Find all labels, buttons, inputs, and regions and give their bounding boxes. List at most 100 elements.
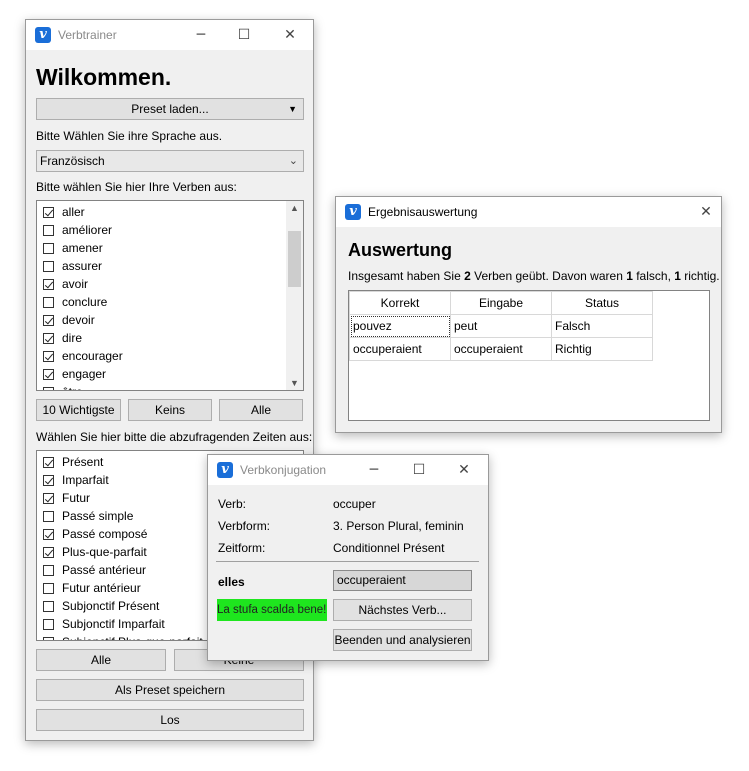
language-prompt: Bitte Wählen Sie ihre Sprache aus. [36, 129, 223, 143]
verb-list[interactable]: aller améliorer amener assurer avoir conclure… [36, 200, 304, 391]
list-item[interactable]: devoir [43, 311, 95, 329]
list-item[interactable]: Passé composé [43, 525, 147, 543]
list-item[interactable]: Présent [43, 453, 103, 471]
language-select-value: Französisch [40, 154, 105, 168]
answer-field[interactable]: occuperaient [333, 570, 472, 591]
checkbox[interactable] [43, 296, 54, 308]
next-verb-button[interactable]: Nächstes Verb... [333, 599, 472, 621]
checkbox[interactable] [43, 242, 54, 254]
list-item[interactable]: Subjonctif Présent [43, 597, 159, 615]
checkbox[interactable] [43, 528, 54, 540]
language-select[interactable]: Französisch ⌄ [36, 150, 304, 172]
close-icon[interactable]: ✕ [691, 201, 721, 223]
checkbox[interactable] [43, 510, 54, 522]
checkbox[interactable] [43, 582, 54, 594]
select-all-tenses-button[interactable]: Alle [36, 649, 166, 671]
list-item[interactable]: Imparfait [43, 471, 109, 489]
checkbox[interactable] [43, 600, 54, 612]
table-row[interactable]: occuperaient occuperaient Richtig [349, 337, 653, 361]
maximize-icon[interactable]: ☐ [404, 459, 434, 481]
list-item-label: Futur [62, 491, 91, 505]
start-button[interactable]: Los [36, 709, 304, 731]
save-preset-button[interactable]: Als Preset speichern [36, 679, 304, 701]
verb-label: Verb: [218, 497, 247, 511]
table-cell[interactable]: occuperaient [450, 337, 552, 361]
list-item[interactable]: assurer [43, 257, 102, 275]
list-item[interactable]: Plus-que-parfait [43, 543, 147, 561]
list-item[interactable]: dire [43, 329, 82, 347]
checkbox[interactable] [43, 618, 54, 630]
finish-analyze-button[interactable]: Beenden und analysieren [333, 629, 472, 651]
checkbox[interactable] [43, 456, 54, 468]
list-item[interactable]: Subjonctif Imparfait [43, 615, 165, 633]
checkbox[interactable] [43, 224, 54, 236]
list-item[interactable]: Passé simple [43, 507, 133, 525]
column-header-korrekt[interactable]: Korrekt [349, 291, 451, 315]
list-item[interactable]: avoir [43, 275, 88, 293]
dropdown-arrow-icon: ▼ [288, 104, 297, 114]
checkbox[interactable] [43, 350, 54, 362]
tenses-prompt: Wählen Sie hier bitte die abzufragenden … [36, 430, 313, 444]
summary-mid: Verben geübt. Davon waren [470, 269, 627, 283]
list-item[interactable]: être [43, 383, 83, 390]
checkbox[interactable] [43, 278, 54, 290]
title-bar[interactable]: v Verbtrainer ─ ☐ ✕ [26, 20, 313, 50]
conjugation-title-bar[interactable]: v Verbkonjugation ─ ☐ ✕ [208, 455, 488, 485]
table-row[interactable]: pouvez peut Falsch [349, 314, 653, 338]
top10-button[interactable]: 10 Wichtigste [36, 399, 121, 421]
list-item-label: Passé composé [62, 527, 148, 541]
close-icon[interactable]: ✕ [449, 459, 479, 481]
checkbox[interactable] [43, 474, 54, 486]
table-cell[interactable]: pouvez [349, 314, 451, 338]
checkbox[interactable] [43, 546, 54, 558]
close-icon[interactable]: ✕ [275, 24, 305, 46]
checkbox[interactable] [43, 206, 54, 218]
app-icon: v [217, 462, 233, 478]
table-cell[interactable]: Richtig [551, 337, 653, 361]
tense-label: Zeitform: [218, 541, 266, 555]
list-item[interactable]: encourager [43, 347, 123, 365]
checkbox[interactable] [43, 332, 54, 344]
maximize-icon[interactable]: ☐ [229, 24, 259, 46]
verb-value: occuper [333, 497, 376, 511]
list-item-label: être [62, 385, 83, 390]
checkbox[interactable] [43, 368, 54, 380]
preset-load-button[interactable]: Preset laden... ▼ [36, 98, 304, 120]
list-item[interactable]: améliorer [43, 221, 112, 239]
summary-wrong: 1 [626, 269, 633, 283]
checkbox[interactable] [43, 636, 54, 640]
list-item[interactable]: aller [43, 203, 85, 221]
column-header-eingabe[interactable]: Eingabe [450, 291, 552, 315]
table-cell[interactable]: occuperaient [349, 337, 451, 361]
checkbox[interactable] [43, 260, 54, 272]
list-item[interactable]: Futur antérieur [43, 579, 141, 597]
form-value: 3. Person Plural, feminin [333, 519, 464, 533]
app-icon: v [345, 204, 361, 220]
verb-list-scrollbar[interactable]: ▲ ▼ [286, 201, 303, 390]
list-item[interactable]: Futur [43, 489, 90, 507]
table-header-row: Korrekt Eingabe Status [349, 291, 653, 315]
list-item[interactable]: Subjonctif Plus-que-parfait [43, 633, 203, 640]
select-none-verbs-button[interactable]: Keins [128, 399, 212, 421]
list-item-label: Passé antérieur [62, 563, 147, 577]
list-item[interactable]: amener [43, 239, 103, 257]
checkbox[interactable] [43, 564, 54, 576]
table-cell[interactable]: peut [450, 314, 552, 338]
table-cell[interactable]: Falsch [551, 314, 653, 338]
list-item[interactable]: engager [43, 365, 106, 383]
column-header-status[interactable]: Status [551, 291, 653, 315]
select-all-verbs-button[interactable]: Alle [219, 399, 303, 421]
scroll-up-icon[interactable]: ▲ [286, 203, 303, 213]
list-item-label: amener [62, 241, 103, 255]
list-item[interactable]: conclure [43, 293, 107, 311]
list-item-label: assurer [62, 259, 103, 273]
checkbox[interactable] [43, 314, 54, 326]
minimize-icon[interactable]: ─ [359, 459, 389, 481]
checkbox[interactable] [43, 386, 54, 390]
minimize-icon[interactable]: ─ [186, 24, 216, 46]
results-title-bar[interactable]: v Ergebnisauswertung ✕ [336, 197, 721, 227]
scroll-down-icon[interactable]: ▼ [286, 378, 303, 388]
scroll-thumb[interactable] [288, 231, 301, 287]
checkbox[interactable] [43, 492, 54, 504]
list-item[interactable]: Passé antérieur [43, 561, 146, 579]
